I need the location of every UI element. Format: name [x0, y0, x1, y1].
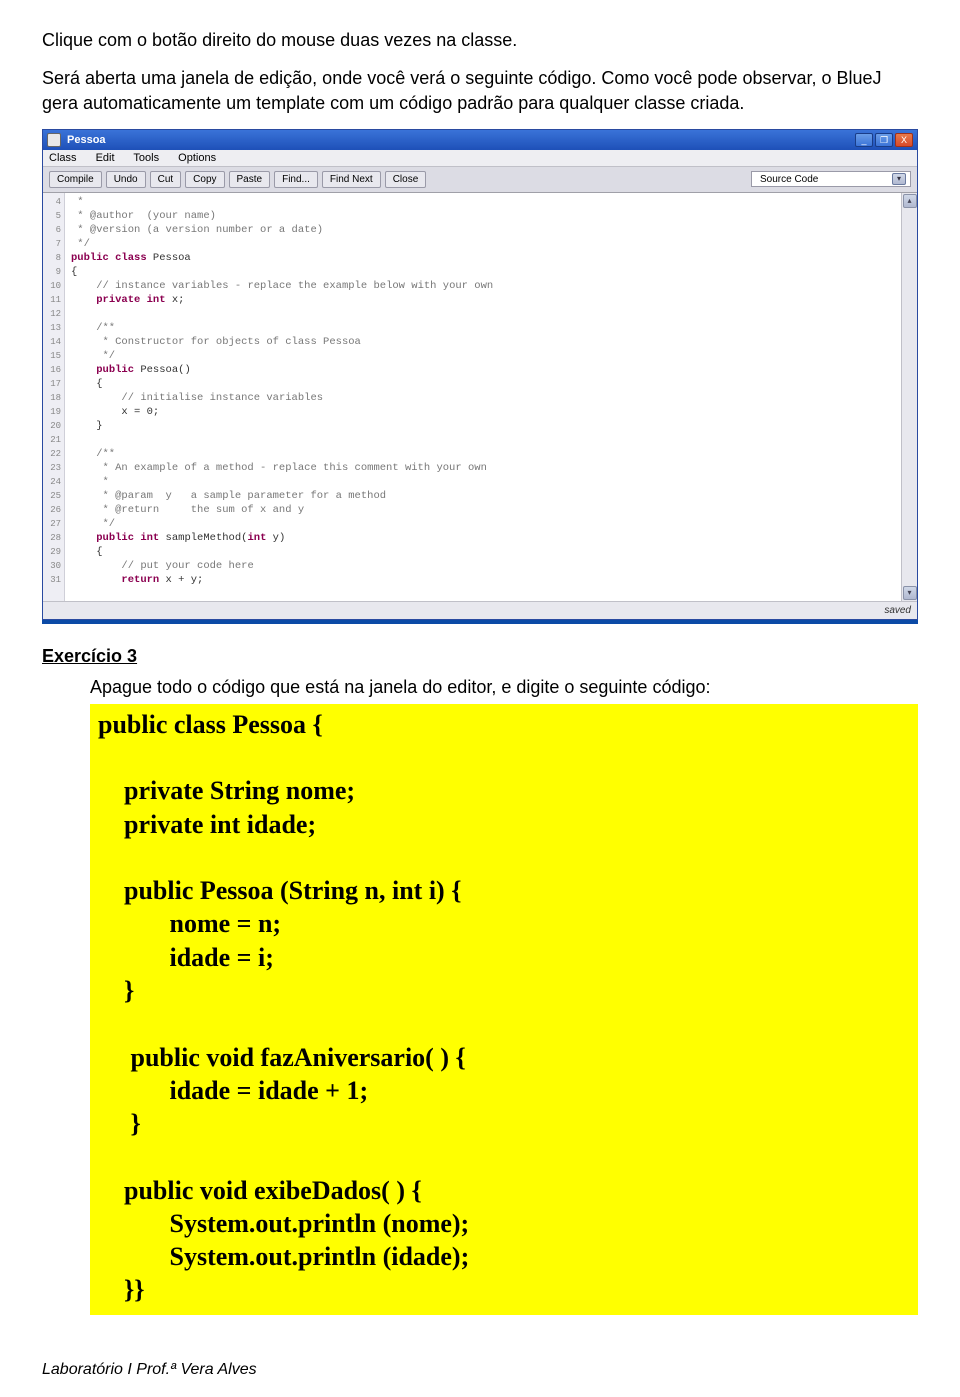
line-number: 17	[43, 377, 61, 391]
minimize-button[interactable]: _	[855, 133, 873, 147]
line-number: 25	[43, 489, 61, 503]
line-number: 5	[43, 209, 61, 223]
line-number: 10	[43, 279, 61, 293]
find-button[interactable]: Find...	[274, 171, 318, 188]
line-number: 26	[43, 503, 61, 517]
cut-button[interactable]: Cut	[150, 171, 182, 188]
editor-window: Pessoa _ ❐ X Class Edit Tools Options Co…	[42, 129, 918, 620]
line-number: 7	[43, 237, 61, 251]
line-number: 14	[43, 335, 61, 349]
exercise-instruction: Apague todo o código que está na janela …	[90, 677, 918, 698]
line-number: 30	[43, 559, 61, 573]
line-number: 9	[43, 265, 61, 279]
toolbar: Compile Undo Cut Copy Paste Find... Find…	[43, 167, 917, 193]
undo-button[interactable]: Undo	[106, 171, 146, 188]
line-gutter: 4567891011121314151617181920212223242526…	[43, 193, 65, 601]
close-window-button[interactable]: X	[895, 133, 913, 147]
page-footer: Laboratório I Prof.ª Vera Alves	[42, 1361, 918, 1379]
menu-options[interactable]: Options	[178, 152, 216, 164]
paste-button[interactable]: Paste	[229, 171, 271, 188]
line-number: 31	[43, 573, 61, 587]
close-button[interactable]: Close	[385, 171, 427, 188]
scroll-down-button[interactable]: ▾	[903, 586, 917, 600]
chevron-down-icon: ▾	[892, 173, 906, 185]
menu-tools[interactable]: Tools	[133, 152, 159, 164]
line-number: 28	[43, 531, 61, 545]
line-number: 11	[43, 293, 61, 307]
exercise-heading: Exercício 3	[42, 646, 918, 667]
window-title: Pessoa	[67, 134, 855, 146]
bluej-screenshot: Pessoa _ ❐ X Class Edit Tools Options Co…	[42, 129, 918, 624]
line-number: 19	[43, 405, 61, 419]
line-number: 15	[43, 349, 61, 363]
line-number: 8	[43, 251, 61, 265]
line-number: 12	[43, 307, 61, 321]
scroll-up-button[interactable]: ▴	[903, 194, 917, 208]
menu-class[interactable]: Class	[49, 152, 77, 164]
menu-bar: Class Edit Tools Options	[43, 150, 917, 167]
copy-button[interactable]: Copy	[185, 171, 224, 188]
line-number: 22	[43, 447, 61, 461]
findnext-button[interactable]: Find Next	[322, 171, 381, 188]
line-number: 16	[43, 363, 61, 377]
line-number: 13	[43, 321, 61, 335]
view-dropdown[interactable]: Source Code ▾	[751, 171, 911, 187]
status-bar: saved	[43, 601, 917, 619]
app-icon	[47, 133, 61, 147]
compile-button[interactable]: Compile	[49, 171, 102, 188]
line-number: 29	[43, 545, 61, 559]
line-number: 21	[43, 433, 61, 447]
line-number: 18	[43, 391, 61, 405]
line-number: 6	[43, 223, 61, 237]
vertical-scrollbar[interactable]: ▴ ▾	[901, 193, 917, 601]
line-number: 23	[43, 461, 61, 475]
editor-area: 4567891011121314151617181920212223242526…	[43, 193, 917, 601]
line-number: 27	[43, 517, 61, 531]
title-bar: Pessoa _ ❐ X	[43, 130, 917, 150]
line-number: 4	[43, 195, 61, 209]
view-dropdown-label: Source Code	[760, 174, 818, 185]
code-content[interactable]: * * @author (your name) * @version (a ve…	[65, 193, 901, 601]
paragraph-1: Clique com o botão direito do mouse duas…	[42, 28, 918, 52]
exercise-code-block: public class Pessoa { private String nom…	[90, 704, 918, 1315]
paragraph-2: Será aberta uma janela de edição, onde v…	[42, 66, 918, 115]
maximize-button[interactable]: ❐	[875, 133, 893, 147]
line-number: 20	[43, 419, 61, 433]
menu-edit[interactable]: Edit	[96, 152, 115, 164]
line-number: 24	[43, 475, 61, 489]
